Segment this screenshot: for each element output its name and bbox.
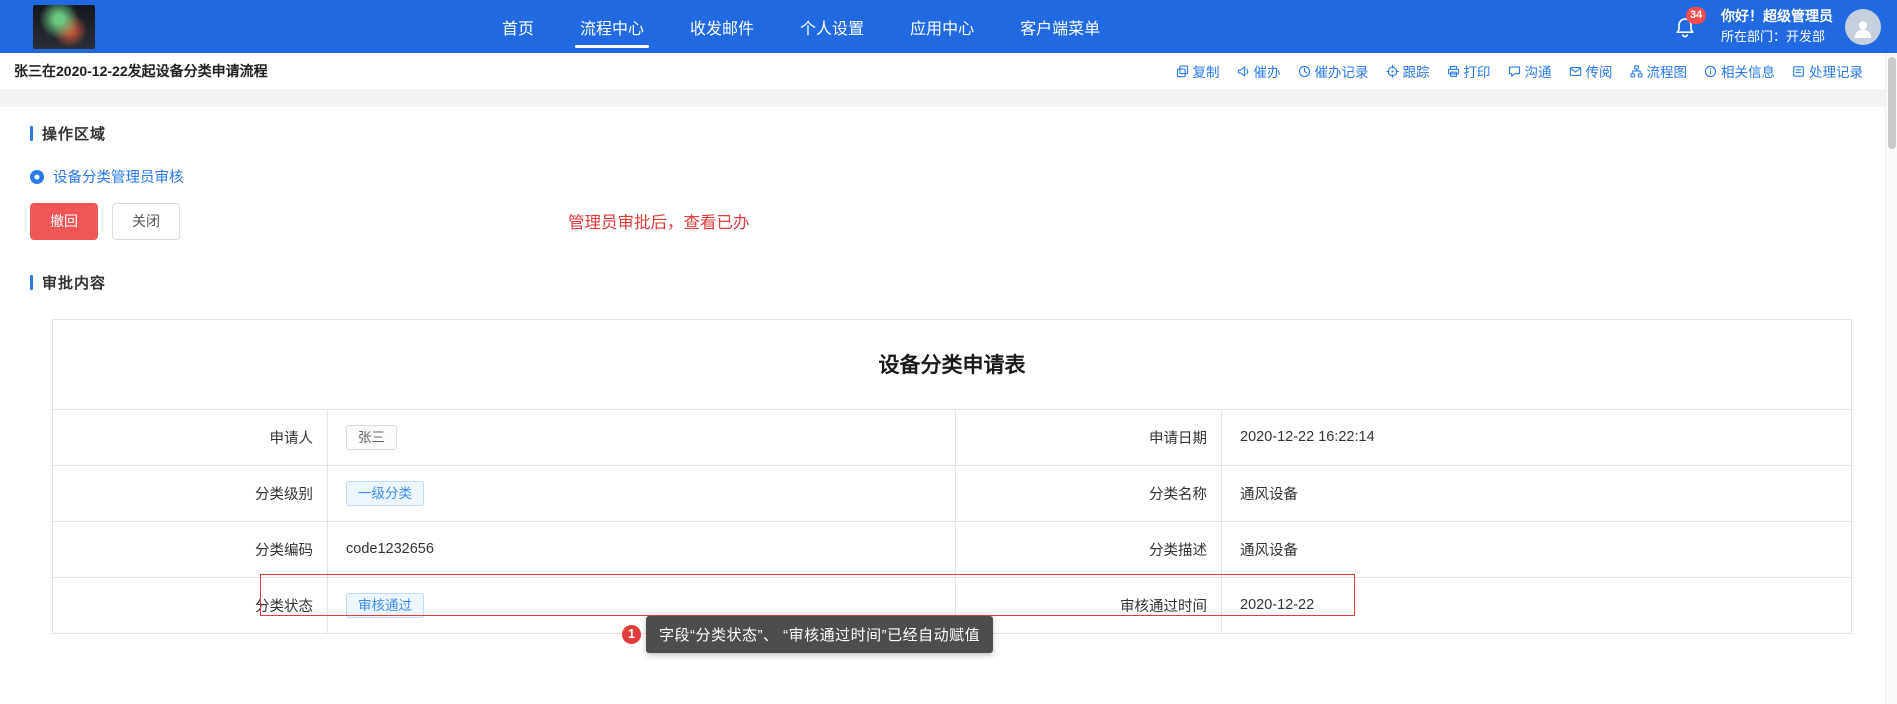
approve-time-value: 2020-12-22 — [1222, 577, 1852, 633]
action-label: 催办 — [1254, 61, 1281, 81]
urge-record-icon — [1298, 65, 1311, 78]
current-step-radio[interactable]: 设备分类管理员审核 — [30, 166, 184, 187]
form-title-row: 设备分类申请表 — [53, 319, 1852, 409]
approval-section-title: 审批内容 — [42, 272, 106, 293]
approve-time-label: 审核通过时间 — [956, 577, 1222, 633]
header-right-cluster: 34 你好！超级管理员 所在部门：开发部 — [1673, 6, 1897, 47]
table-row: 分类级别 一级分类 分类名称 通风设备 — [53, 465, 1852, 521]
action-label: 复制 — [1193, 61, 1220, 81]
user-info: 你好！超级管理员 所在部门：开发部 — [1721, 6, 1833, 47]
notification-count-badge: 34 — [1686, 7, 1706, 24]
action-label: 处理记录 — [1809, 61, 1863, 81]
section-accent-bar — [30, 275, 33, 290]
action-label: 相关信息 — [1721, 61, 1775, 81]
nav-item-personal-settings[interactable]: 个人设置 — [777, 0, 887, 53]
action-urge[interactable]: 催办 — [1237, 61, 1281, 81]
current-step-label: 设备分类管理员审核 — [53, 166, 184, 187]
auto-fill-note: 1 字段“分类状态”、 “审核通过时间”已经自动赋值 — [622, 616, 993, 653]
action-print[interactable]: 打印 — [1447, 61, 1491, 81]
action-urge-record[interactable]: 催办记录 — [1298, 61, 1369, 81]
notifications-button[interactable]: 34 — [1673, 13, 1701, 41]
circulate-icon — [1569, 65, 1582, 78]
applicant-value-chip: 张三 — [346, 425, 397, 451]
form-title: 设备分类申请表 — [53, 319, 1852, 409]
flowchart-icon — [1630, 65, 1643, 78]
scrollbar-thumb[interactable] — [1888, 57, 1896, 149]
main-nav: 首页 流程中心 收发邮件 个人设置 应用中心 客户端菜单 — [479, 0, 1123, 53]
category-name-label: 分类名称 — [956, 465, 1222, 521]
process-title-bar: 张三在2020-12-22发起设备分类申请流程 复制 催办 催办记录 跟踪 打印… — [0, 53, 1897, 89]
action-label: 流程图 — [1647, 61, 1688, 81]
greeting-text: 你好！超级管理员 — [1721, 6, 1833, 27]
table-row: 申请人 张三 申请日期 2020-12-22 16:22:14 — [53, 409, 1852, 465]
radio-selected-icon — [30, 170, 44, 184]
action-flowchart[interactable]: 流程图 — [1630, 61, 1688, 81]
print-icon — [1447, 65, 1460, 78]
application-form-table: 设备分类申请表 申请人 张三 申请日期 2020-12-22 16:22:14 … — [52, 319, 1852, 634]
category-desc-label: 分类描述 — [956, 521, 1222, 577]
apply-date-label: 申请日期 — [956, 409, 1222, 465]
withdraw-button[interactable]: 撤回 — [30, 203, 98, 240]
table-row: 分类编码 code1232656 分类描述 通风设备 — [53, 521, 1852, 577]
track-icon — [1386, 65, 1399, 78]
action-label: 传阅 — [1586, 61, 1613, 81]
application-form: 设备分类申请表 申请人 张三 申请日期 2020-12-22 16:22:14 … — [52, 319, 1852, 634]
top-navbar: 首页 流程中心 收发邮件 个人设置 应用中心 客户端菜单 34 你好！超级管理员… — [0, 0, 1897, 53]
process-actions-toolbar: 复制 催办 催办记录 跟踪 打印 沟通 传阅 流程图 相关信息 处理记录 — [1176, 61, 1864, 81]
category-level-label: 分类级别 — [53, 465, 328, 521]
page-background-band — [0, 89, 1897, 107]
action-label: 跟踪 — [1403, 61, 1430, 81]
category-code-value: code1232656 — [328, 521, 956, 577]
operation-buttons-row: 撤回 关闭 管理员审批后，查看已办 — [30, 203, 1897, 240]
action-related-info[interactable]: 相关信息 — [1704, 61, 1775, 81]
nav-item-process-center[interactable]: 流程中心 — [557, 0, 667, 53]
note-text: 字段“分类状态”、 “审核通过时间”已经自动赋值 — [646, 616, 993, 653]
close-button[interactable]: 关闭 — [112, 203, 180, 240]
chat-icon — [1508, 65, 1521, 78]
applicant-label: 申请人 — [53, 409, 328, 465]
category-desc-value: 通风设备 — [1222, 521, 1852, 577]
user-icon — [1851, 17, 1875, 41]
action-label: 催办记录 — [1315, 61, 1369, 81]
action-label: 沟通 — [1525, 61, 1552, 81]
urge-icon — [1237, 65, 1250, 78]
action-communicate[interactable]: 沟通 — [1508, 61, 1552, 81]
department-text: 所在部门：开发部 — [1721, 27, 1833, 47]
copy-icon — [1176, 65, 1189, 78]
action-circulate[interactable]: 传阅 — [1569, 61, 1613, 81]
related-info-icon — [1704, 65, 1717, 78]
category-level-chip: 一级分类 — [346, 481, 424, 507]
process-record-icon — [1792, 65, 1805, 78]
avatar[interactable] — [1845, 9, 1881, 45]
operation-section-header: 操作区域 — [30, 123, 1897, 144]
app-logo — [33, 5, 95, 49]
apply-date-value: 2020-12-22 16:22:14 — [1222, 409, 1852, 465]
nav-item-home[interactable]: 首页 — [479, 0, 557, 53]
main-panel: 操作区域 设备分类管理员审核 撤回 关闭 管理员审批后，查看已办 审批内容 设备… — [0, 107, 1897, 704]
section-accent-bar — [30, 126, 33, 141]
approval-section-header: 审批内容 — [30, 272, 1897, 293]
action-copy[interactable]: 复制 — [1176, 61, 1220, 81]
operation-section-title: 操作区域 — [42, 123, 106, 144]
nav-item-mail[interactable]: 收发邮件 — [667, 0, 777, 53]
nav-item-client-menu[interactable]: 客户端菜单 — [997, 0, 1123, 53]
vertical-scrollbar — [1885, 53, 1897, 704]
category-name-value: 通风设备 — [1222, 465, 1852, 521]
category-status-chip: 审核通过 — [346, 593, 424, 619]
action-label: 打印 — [1464, 61, 1491, 81]
process-title: 张三在2020-12-22发起设备分类申请流程 — [14, 61, 268, 81]
nav-item-app-center[interactable]: 应用中心 — [887, 0, 997, 53]
category-code-label: 分类编码 — [53, 521, 328, 577]
action-process-record[interactable]: 处理记录 — [1792, 61, 1863, 81]
admin-approve-hint: 管理员审批后，查看已办 — [568, 209, 750, 233]
category-status-label: 分类状态 — [53, 577, 328, 633]
action-track[interactable]: 跟踪 — [1386, 61, 1430, 81]
note-number-badge: 1 — [622, 625, 641, 644]
